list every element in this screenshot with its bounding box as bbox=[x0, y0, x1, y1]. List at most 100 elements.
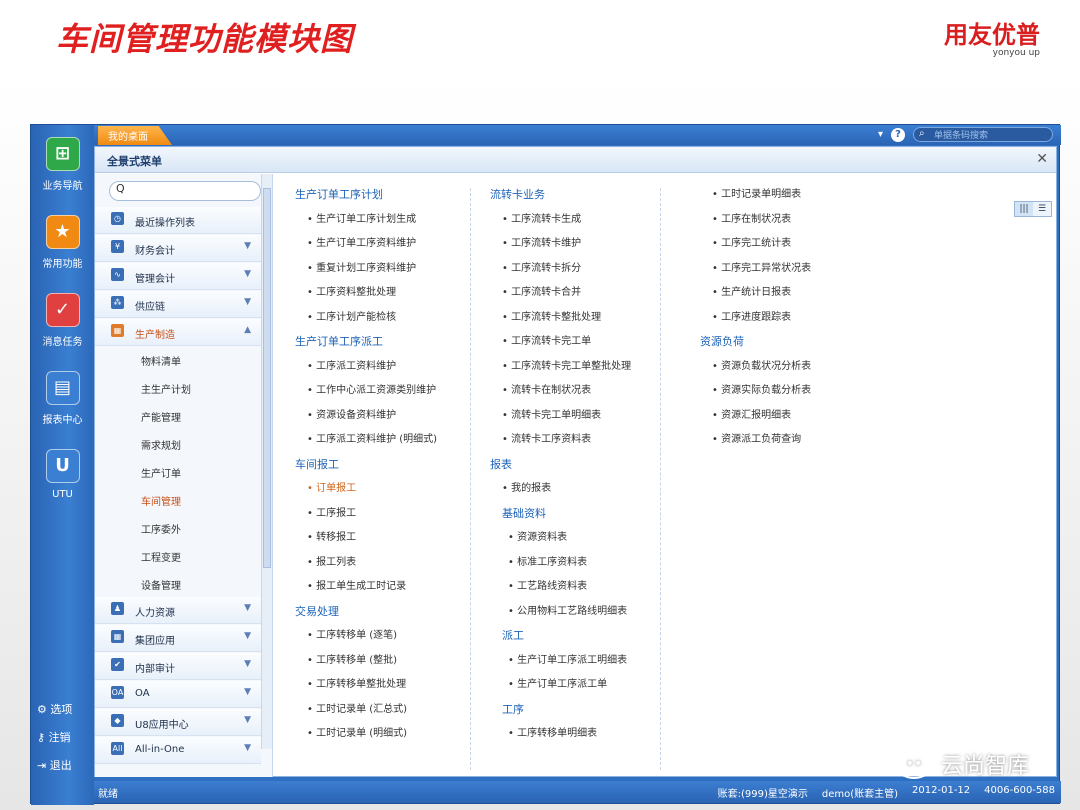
menu-link[interactable]: • 我的报表 bbox=[490, 480, 631, 505]
nav-item-0[interactable]: ⊞ 业务导航 bbox=[31, 137, 94, 192]
column-view-icon[interactable]: ||| bbox=[1015, 202, 1033, 216]
menu-link[interactable]: • 工序完工统计表 bbox=[700, 235, 811, 260]
menu-column-1: 生产订单工序计划 • 生产订单工序计划生成 • 生产订单工序资料维护 • 重复计划工序… bbox=[295, 186, 437, 750]
tab-my-desktop[interactable]: 我的桌面 bbox=[98, 126, 172, 145]
menu-link[interactable]: • 公用物料工艺路线明细表 bbox=[490, 603, 631, 628]
menu-link[interactable]: • 工序转移单 (整批) bbox=[295, 652, 437, 677]
left-navigation-bar: ⊞ 业务导航 ★ 常用功能 ✓ 消息任务 ▤ 报表中心 U UTU ⚙ 选项 ⚷ 注销 ⇥ 退出 bbox=[31, 125, 94, 805]
menu-link[interactable]: • 工序派工资料维护 (明细式) bbox=[295, 431, 437, 456]
dropdown-arrow-icon[interactable]: ▾ bbox=[878, 129, 883, 140]
menu-group[interactable]: ∿ 管理会计 ▼ bbox=[95, 263, 261, 290]
menu-group[interactable]: ¥ 财务会计 ▼ bbox=[95, 235, 261, 262]
menu-link[interactable]: • 工序流转卡完工单整批处理 bbox=[490, 358, 631, 383]
menu-link[interactable]: • 资源资料表 bbox=[490, 529, 631, 554]
nav-item-2[interactable]: ✓ 消息任务 bbox=[31, 293, 94, 348]
menu-link[interactable]: • 工序转移单整批处理 bbox=[295, 676, 437, 701]
menu-group[interactable]: All All-in-One ▼ bbox=[95, 737, 261, 764]
menu-link[interactable]: • 工时记录单明细表 bbox=[700, 186, 811, 211]
menu-sub-item[interactable]: 产能管理 bbox=[141, 409, 181, 424]
menu-sub-item[interactable]: 主生产计划 bbox=[141, 381, 191, 396]
menu-link[interactable]: • 生产订单工序资料维护 bbox=[295, 235, 437, 260]
nav-bottom-2[interactable]: ⇥ 退出 bbox=[37, 757, 72, 773]
menu-group[interactable]: ◷ 最近操作列表 bbox=[95, 207, 261, 234]
menu-link[interactable]: • 工序流转卡整批处理 bbox=[490, 309, 631, 334]
menu-group[interactable]: ▦ 集团应用 ▼ bbox=[95, 625, 261, 652]
menu-sub-item[interactable]: 工程变更 bbox=[141, 549, 181, 564]
menu-group[interactable]: ♟ 人力资源 ▼ bbox=[95, 597, 261, 624]
scrollbar-thumb[interactable] bbox=[263, 188, 271, 568]
chevron-down-icon[interactable]: ▼ bbox=[244, 743, 251, 753]
nav-item-4[interactable]: U UTU bbox=[31, 449, 94, 500]
menu-group[interactable]: ✔ 内部审计 ▼ bbox=[95, 653, 261, 680]
menu-link[interactable]: • 工序流转卡合并 bbox=[490, 284, 631, 309]
close-icon[interactable]: ✕ bbox=[1036, 151, 1048, 167]
chevron-down-icon[interactable]: ▼ bbox=[244, 297, 251, 307]
menu-group[interactable]: OA OA ▼ bbox=[95, 681, 261, 708]
menu-group[interactable]: ▦ 生产制造 ▲ bbox=[95, 319, 261, 346]
menu-link[interactable]: • 资源汇报明细表 bbox=[700, 407, 811, 432]
menu-link[interactable]: • 重复计划工序资料维护 bbox=[295, 260, 437, 285]
chevron-down-icon[interactable]: ▼ bbox=[244, 687, 251, 697]
chevron-down-icon[interactable]: ▼ bbox=[244, 631, 251, 641]
menu-link[interactable]: • 订单报工 bbox=[295, 480, 437, 505]
menu-link[interactable]: • 资源派工负荷查询 bbox=[700, 431, 811, 456]
menu-sub-item[interactable]: 需求规划 bbox=[141, 437, 181, 452]
menu-link[interactable]: • 流转卡在制状况表 bbox=[490, 382, 631, 407]
menu-link[interactable]: • 工序在制状况表 bbox=[700, 211, 811, 236]
menu-link[interactable]: • 工序派工资料维护 bbox=[295, 358, 437, 383]
menu-link[interactable]: • 工序转移单 (逐笔) bbox=[295, 627, 437, 652]
menu-link[interactable]: • 工序流转卡完工单 bbox=[490, 333, 631, 358]
menu-link[interactable]: • 报工单生成工时记录 bbox=[295, 578, 437, 603]
menu-link[interactable]: • 标准工序资料表 bbox=[490, 554, 631, 579]
menu-link[interactable]: • 工时记录单 (明细式) bbox=[295, 725, 437, 750]
menu-link[interactable]: • 工序流转卡维护 bbox=[490, 235, 631, 260]
menu-link[interactable]: • 生产统计日报表 bbox=[700, 284, 811, 309]
menu-link[interactable]: • 生产订单工序派工单 bbox=[490, 676, 631, 701]
sidebar-scrollbar[interactable] bbox=[261, 174, 272, 749]
chevron-down-icon[interactable]: ▼ bbox=[244, 603, 251, 613]
menu-group[interactable]: ◆ U8应用中心 ▼ bbox=[95, 709, 261, 736]
menu-link[interactable]: • 工序计划产能检核 bbox=[295, 309, 437, 334]
section-heading: 基础资料 bbox=[502, 506, 546, 520]
nav-bottom-1[interactable]: ⚷ 注销 bbox=[37, 729, 71, 745]
menu-sub-item[interactable]: 生产订单 bbox=[141, 465, 181, 480]
chevron-down-icon[interactable]: ▼ bbox=[244, 241, 251, 251]
factory-icon: ▦ bbox=[111, 324, 124, 337]
menu-link[interactable]: • 流转卡工序资料表 bbox=[490, 431, 631, 456]
chevron-down-icon[interactable]: ▼ bbox=[244, 269, 251, 279]
nav-item-3[interactable]: ▤ 报表中心 bbox=[31, 371, 94, 426]
menu-search-input[interactable]: Q bbox=[109, 181, 261, 201]
menu-link[interactable]: • 工序资料整批处理 bbox=[295, 284, 437, 309]
menu-link[interactable]: • 报工列表 bbox=[295, 554, 437, 579]
menu-link[interactable]: • 工序流转卡生成 bbox=[490, 211, 631, 236]
nav-bottom-0[interactable]: ⚙ 选项 bbox=[37, 701, 72, 717]
help-icon[interactable]: ? bbox=[891, 127, 905, 142]
menu-link[interactable]: • 生产订单工序派工明细表 bbox=[490, 652, 631, 677]
menu-link[interactable]: • 生产订单工序计划生成 bbox=[295, 211, 437, 236]
menu-link[interactable]: • 资源设备资料维护 bbox=[295, 407, 437, 432]
menu-sub-item[interactable]: 设备管理 bbox=[141, 577, 181, 592]
chevron-down-icon[interactable]: ▼ bbox=[244, 659, 251, 669]
menu-link[interactable]: • 工序报工 bbox=[295, 505, 437, 530]
menu-link[interactable]: • 资源实际负载分析表 bbox=[700, 382, 811, 407]
chevron-up-icon[interactable]: ▲ bbox=[244, 325, 251, 335]
menu-link[interactable]: • 工序流转卡拆分 bbox=[490, 260, 631, 285]
menu-link[interactable]: • 流转卡完工单明细表 bbox=[490, 407, 631, 432]
view-toggle[interactable]: ||| ☰ bbox=[1014, 201, 1052, 217]
menu-link[interactable]: • 工作中心派工资源类别维护 bbox=[295, 382, 437, 407]
menu-sub-item[interactable]: 工序委外 bbox=[141, 521, 181, 536]
menu-link[interactable]: • 工序完工异常状况表 bbox=[700, 260, 811, 285]
menu-sub-item[interactable]: 物料清单 bbox=[141, 353, 181, 368]
menu-group[interactable]: ⁂ 供应链 ▼ bbox=[95, 291, 261, 318]
menu-link[interactable]: • 工序转移单明细表 bbox=[490, 725, 631, 750]
menu-link[interactable]: • 资源负载状况分析表 bbox=[700, 358, 811, 383]
menu-link[interactable]: • 工艺路线资料表 bbox=[490, 578, 631, 603]
menu-link[interactable]: • 工序进度跟踪表 bbox=[700, 309, 811, 334]
menu-link[interactable]: • 工时记录单 (汇总式) bbox=[295, 701, 437, 726]
barcode-search-input[interactable]: ⌕ 单据条码搜索 bbox=[913, 127, 1053, 142]
chevron-down-icon[interactable]: ▼ bbox=[244, 715, 251, 725]
menu-sub-item[interactable]: 车间管理 bbox=[141, 493, 181, 508]
list-view-icon[interactable]: ☰ bbox=[1033, 202, 1051, 216]
menu-link[interactable]: • 转移报工 bbox=[295, 529, 437, 554]
nav-item-1[interactable]: ★ 常用功能 bbox=[31, 215, 94, 270]
